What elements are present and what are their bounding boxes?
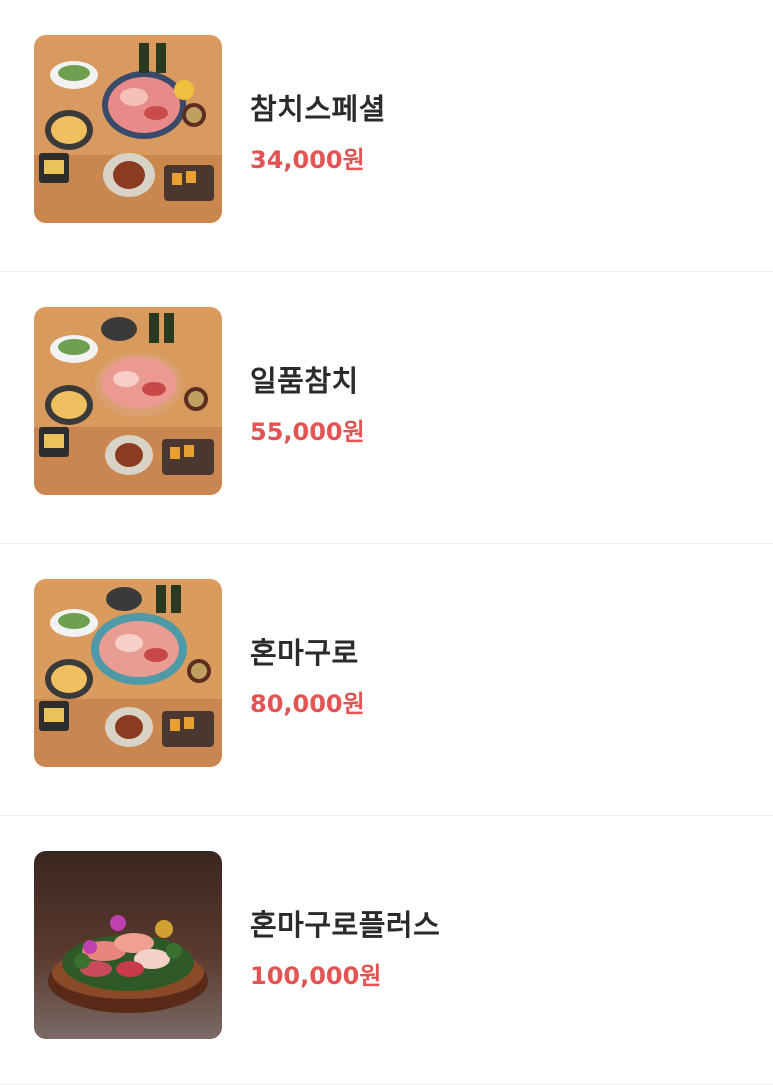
menu-item-price: 55,000원	[250, 418, 365, 446]
menu-item-name: 혼마구로플러스	[250, 908, 441, 942]
menu-item-price: 80,000원	[250, 690, 365, 718]
menu-item-photo	[34, 851, 222, 1039]
menu-item-price: 34,000원	[250, 146, 365, 174]
menu-item[interactable]: 혼마구로 80,000원	[0, 544, 773, 816]
menu-item-name: 참치스페셜	[250, 92, 386, 126]
food-set-photo-icon	[34, 307, 222, 495]
menu-item-photo	[34, 307, 222, 495]
menu-list: 참치스페셜 34,000원 일품참치 55,000원 혼마구로 80,000원 …	[0, 0, 773, 1085]
menu-item-photo	[34, 35, 222, 223]
food-set-photo-icon	[34, 35, 222, 223]
menu-item[interactable]: 혼마구로플러스 100,000원	[0, 816, 773, 1085]
tuna-platter-photo-icon	[34, 851, 222, 1039]
menu-item[interactable]: 참치스페셜 34,000원	[0, 0, 773, 272]
menu-item[interactable]: 일품참치 55,000원	[0, 272, 773, 544]
menu-item-name: 일품참치	[250, 364, 359, 398]
food-set-photo-icon	[34, 579, 222, 767]
menu-item-name: 혼마구로	[250, 636, 359, 670]
menu-item-photo	[34, 579, 222, 767]
menu-item-price: 100,000원	[250, 962, 382, 990]
